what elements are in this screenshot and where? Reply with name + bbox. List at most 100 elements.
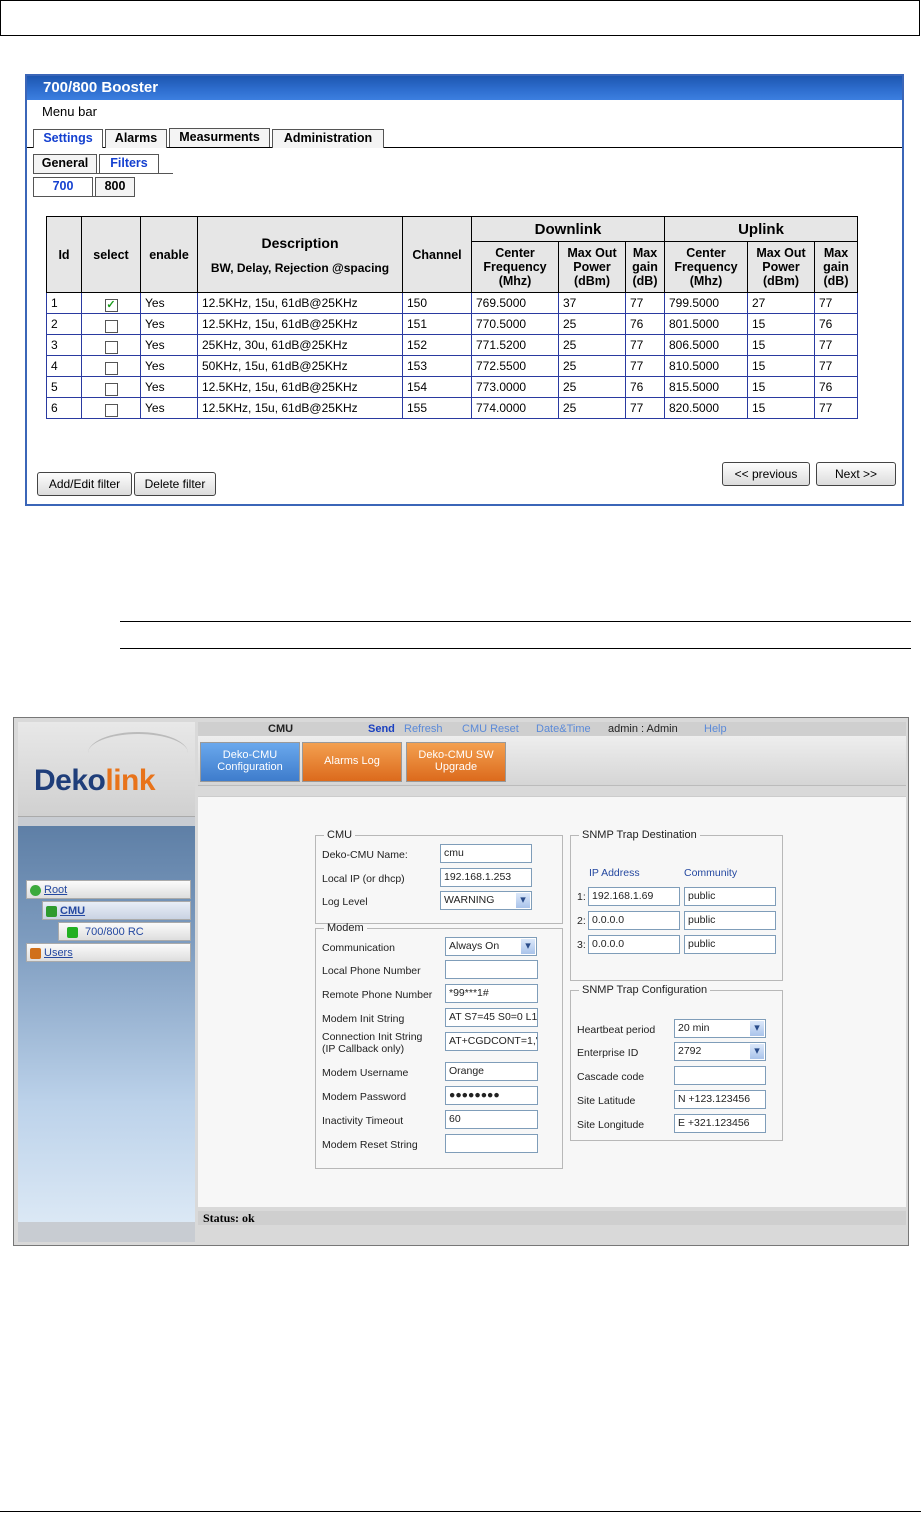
cell-ul-power: 27 [747, 292, 815, 314]
tab-deko-cmu-configuration[interactable]: Deko-CMU Configuration [200, 742, 300, 782]
logo-text-link: link [105, 764, 156, 797]
tree-item-root[interactable]: Root [26, 880, 191, 899]
tree-item-users[interactable]: Users [26, 943, 191, 962]
date-time-link[interactable]: Date&Time [536, 722, 591, 736]
header-dl-center-frequency: Center Frequency (Mhz) [471, 241, 559, 293]
cell-ul-gain: 77 [814, 334, 858, 356]
cell-ul-gain: 77 [814, 292, 858, 314]
trap-community-input[interactable]: public [684, 911, 776, 930]
help-link[interactable]: Help [704, 722, 727, 736]
cell-ul-freq: 815.5000 [664, 376, 748, 398]
trap-community-input[interactable]: public [684, 887, 776, 906]
modem-field-label: Inactivity Timeout [322, 1115, 403, 1127]
local-ip-input[interactable]: 192.168.1.253 [440, 868, 532, 887]
cell-id: 4 [46, 355, 82, 377]
select-checkbox[interactable] [104, 341, 118, 355]
select-checkbox[interactable] [104, 404, 118, 418]
cmu-name-input[interactable]: cmu [440, 844, 532, 863]
cell-channel: 152 [402, 334, 472, 356]
tree-item-cmu[interactable]: CMU [42, 901, 191, 920]
snmp-config-label: Site Latitude [577, 1095, 636, 1107]
cell-ul-power: 15 [747, 334, 815, 356]
top-cmu-label: CMU [268, 723, 294, 735]
heartbeat-period-select[interactable]: 20 min [674, 1019, 766, 1038]
tab-deko-cmu-sw-upgrade[interactable]: Deko-CMU SW Upgrade [406, 742, 506, 782]
trap-community-input[interactable]: public [684, 935, 776, 954]
modem-field-input[interactable]: AT S7=45 S0=0 L1 V [445, 1008, 538, 1027]
cell-id: 6 [46, 397, 82, 419]
trap-row-number: 2: [577, 915, 586, 927]
select-checkbox[interactable]: ✓ [104, 299, 118, 313]
tab-administration[interactable]: Administration [272, 129, 384, 148]
next-button[interactable]: Next >> [816, 462, 896, 486]
snmp-config-input[interactable]: E +321.123456 [674, 1114, 766, 1133]
add-edit-filter-button[interactable]: Add/Edit filter [37, 472, 132, 496]
refresh-link[interactable]: Refresh [404, 722, 443, 736]
snmp-config-label: Cascade code [577, 1071, 645, 1083]
header-description: Description BW, Delay, Rejection @spacin… [197, 216, 403, 293]
modem-field-input[interactable]: ●●●●●●●● [445, 1086, 538, 1105]
trap-ip-input[interactable]: 0.0.0.0 [588, 911, 680, 930]
tab-band-800[interactable]: 800 [95, 177, 135, 196]
cell-ul-power: 15 [747, 397, 815, 419]
cell-ul-power: 15 [747, 376, 815, 398]
modem-field-input[interactable] [445, 960, 538, 979]
select-checkbox[interactable] [104, 362, 118, 376]
cell-id: 3 [46, 334, 82, 356]
cell-enable: Yes [140, 376, 198, 398]
trap-ip-input[interactable]: 192.168.1.69 [588, 887, 680, 906]
trap-ip-input[interactable]: 0.0.0.0 [588, 935, 680, 954]
select-checkbox[interactable] [104, 383, 118, 397]
modem-field-label: Communication [322, 942, 395, 954]
tab-band-700[interactable]: 700 [33, 177, 93, 196]
modem-field-input[interactable] [445, 1134, 538, 1153]
cell-enable: Yes [140, 292, 198, 314]
tree-item-700-800-rc[interactable]: 700/800 RC [58, 922, 191, 941]
header-description-title: Description [261, 234, 339, 251]
tree-nav-panel: Root CMU 700/800 RC Users [18, 826, 195, 1222]
collapse-icon[interactable] [30, 884, 41, 896]
config-main-area: CMU Deko-CMU Name: cmu Local IP (or dhcp… [198, 796, 906, 1207]
modem-field-label: Local Phone Number [322, 965, 421, 977]
header-downlink: Downlink [471, 216, 665, 242]
cmu-name-label: Deko-CMU Name: [322, 849, 408, 861]
tab-alarms[interactable]: Alarms [105, 129, 167, 148]
header-dl-max-out-power: Max Out Power (dBm) [558, 241, 626, 293]
modem-field-input[interactable]: AT+CGDCONT=1,"IP [445, 1032, 538, 1051]
booster-titlebar: 700/800 Booster [27, 76, 902, 100]
delete-filter-button[interactable]: Delete filter [134, 472, 216, 496]
modem-field-input[interactable]: Orange [445, 1062, 538, 1081]
header-dl-max-gain: Max gain (dB) [625, 241, 665, 293]
cell-dl-power: 25 [558, 334, 626, 356]
tab-general[interactable]: General [33, 154, 97, 173]
modem-field-label-text: Modem Password [322, 1091, 407, 1103]
tab-measurments[interactable]: Measurments [169, 128, 270, 147]
cell-dl-freq: 772.5500 [471, 355, 559, 377]
log-level-select[interactable]: WARNING [440, 891, 532, 910]
modem-field-input[interactable]: *99***1# [445, 984, 538, 1003]
enterprise-id-select[interactable]: 2792 [674, 1042, 766, 1061]
header-uplink: Uplink [664, 216, 858, 242]
cell-channel: 153 [402, 355, 472, 377]
cell-desc: 12.5KHz, 15u, 61dB@25KHz [197, 397, 403, 419]
snmp-config-input[interactable] [674, 1066, 766, 1085]
tree-label-cmu: CMU [60, 905, 86, 917]
cell-dl-gain: 77 [625, 292, 665, 314]
send-link[interactable]: Send [368, 722, 395, 736]
tab-settings[interactable]: Settings [33, 129, 103, 148]
snmp-config-input[interactable]: N +123.123456 [674, 1090, 766, 1109]
select-checkbox[interactable] [104, 320, 118, 334]
communication-select[interactable]: Always On [445, 937, 537, 956]
tab-filters[interactable]: Filters [99, 154, 159, 173]
tab-alarms-log[interactable]: Alarms Log [302, 742, 402, 782]
cell-dl-gain: 76 [625, 376, 665, 398]
header-id: Id [46, 216, 82, 293]
tree-label-root: Root [44, 884, 68, 896]
select-cell [81, 313, 141, 335]
cell-dl-power: 25 [558, 397, 626, 419]
previous-button[interactable]: << previous [722, 462, 810, 486]
cmu-reset-link[interactable]: CMU Reset [462, 722, 519, 736]
cell-ul-freq: 806.5000 [664, 334, 748, 356]
filters-table: Id select enable Description BW, Delay, … [46, 216, 858, 419]
modem-field-input[interactable]: 60 [445, 1110, 538, 1129]
